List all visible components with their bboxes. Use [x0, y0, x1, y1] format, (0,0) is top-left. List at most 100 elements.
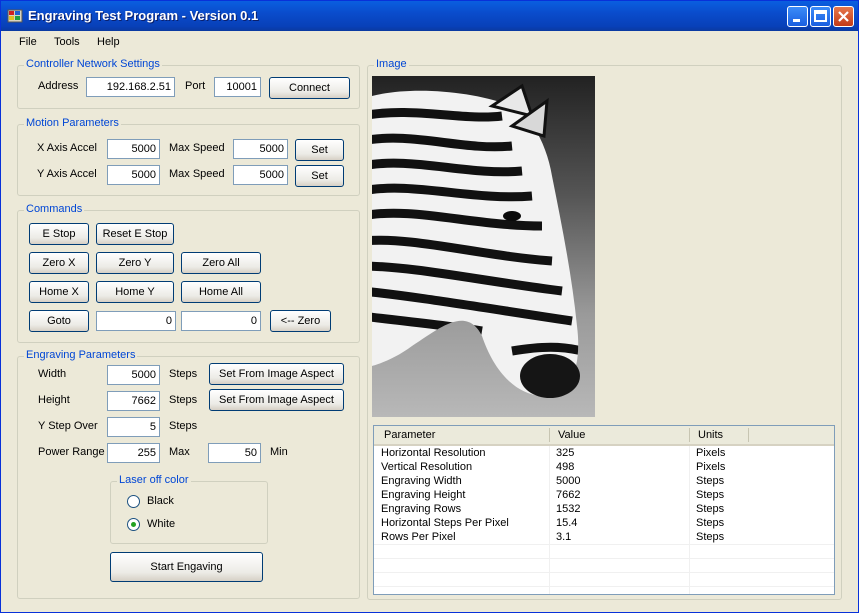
cell-parameter: Horizontal Resolution [381, 447, 486, 459]
y-set-button[interactable]: Set [295, 165, 344, 187]
row-gridline [374, 572, 834, 573]
cell-parameter: Engraving Width [381, 475, 462, 487]
y-step-over-field[interactable]: 5 [107, 417, 160, 437]
cell-units: Steps [696, 489, 725, 501]
start-engraving-button[interactable]: Start Engaving [110, 552, 263, 582]
home-y-button[interactable]: Home Y [96, 281, 174, 303]
goto-y-field[interactable]: 0 [181, 311, 261, 331]
cell-parameter: Rows Per Pixel [381, 531, 456, 543]
header-value[interactable]: Value [558, 429, 585, 441]
black-radio[interactable] [127, 495, 140, 508]
estop-button[interactable]: E Stop [29, 223, 89, 245]
cell-parameter: Engraving Rows [381, 503, 462, 515]
header-separator [689, 428, 690, 442]
laser-off-color-group: Laser off color [110, 474, 268, 544]
cell-value: 7662 [556, 489, 581, 501]
power-max-label: Max [169, 446, 190, 458]
width-label: Width [38, 368, 67, 380]
window-title: Engraving Test Program - Version 0.1 [28, 8, 259, 23]
header-separator [748, 428, 749, 442]
controller-network-label: Controller Network Settings [24, 58, 162, 70]
goto-x-field[interactable]: 0 [96, 311, 176, 331]
row-gridline [374, 558, 834, 559]
maximize-icon [814, 10, 827, 22]
x-max-speed-label: Max Speed [169, 142, 225, 154]
header-units[interactable]: Units [698, 429, 723, 441]
power-range-label: Power Range [38, 446, 105, 458]
x-set-button[interactable]: Set [295, 139, 344, 161]
width-units: Steps [169, 368, 198, 380]
row-gridline [374, 544, 834, 545]
minimize-button[interactable] [787, 6, 808, 27]
power-min-field[interactable]: 50 [208, 443, 261, 463]
cell-parameter: Horizontal Steps Per Pixel [381, 517, 509, 529]
zero-all-button[interactable]: Zero All [181, 252, 261, 274]
row-gridline [374, 586, 834, 587]
zero-y-button[interactable]: Zero Y [96, 252, 174, 274]
cell-value: 3.1 [556, 531, 572, 543]
image-group-label: Image [374, 58, 409, 70]
port-field[interactable]: 10001 [214, 77, 261, 97]
home-x-button[interactable]: Home X [29, 281, 89, 303]
power-min-label: Min [270, 446, 288, 458]
cell-value: 498 [556, 461, 575, 473]
height-field[interactable]: 7662 [107, 391, 160, 411]
goto-button[interactable]: Goto [29, 310, 89, 332]
header-parameter[interactable]: Parameter [384, 429, 435, 441]
cell-units: Steps [696, 503, 725, 515]
height-set-from-aspect-button[interactable]: Set From Image Aspect [209, 389, 344, 411]
menu-help[interactable]: Help [97, 36, 120, 48]
white-radio-label[interactable]: White [147, 518, 175, 530]
connect-button[interactable]: Connect [269, 77, 350, 99]
cell-value: 1532 [556, 503, 581, 515]
zero-x-button[interactable]: Zero X [29, 252, 89, 274]
y-axis-accel-field[interactable]: 5000 [107, 165, 160, 185]
y-max-speed-label: Max Speed [169, 168, 225, 180]
menu-file[interactable]: File [19, 36, 37, 48]
x-axis-accel-label: X Axis Accel [37, 142, 97, 154]
width-field[interactable]: 5000 [107, 365, 160, 385]
address-label: Address [38, 80, 79, 92]
listview-header: Parameter Value Units [374, 426, 834, 446]
cell-units: Steps [696, 531, 725, 543]
cell-units: Pixels [696, 447, 726, 459]
zebra-photo [372, 76, 595, 417]
y-max-speed-field[interactable]: 5000 [233, 165, 288, 185]
white-radio-selected-dot [131, 522, 136, 527]
cell-value: 15.4 [556, 517, 578, 529]
width-set-from-aspect-button[interactable]: Set From Image Aspect [209, 363, 344, 385]
main-window: Engraving Test Program - Version 0.1 Fil… [0, 0, 859, 613]
black-radio-label[interactable]: Black [147, 495, 174, 507]
cell-value: 325 [556, 447, 575, 459]
x-max-speed-field[interactable]: 5000 [233, 139, 288, 159]
motion-parameters-label: Motion Parameters [24, 117, 121, 129]
cell-units: Steps [696, 475, 725, 487]
header-separator [549, 428, 550, 442]
x-axis-accel-field[interactable]: 5000 [107, 139, 160, 159]
menu-bar: File Tools Help [1, 31, 858, 53]
minimize-icon [793, 19, 800, 22]
title-bar[interactable]: Engraving Test Program - Version 0.1 [1, 1, 858, 31]
power-max-field[interactable]: 255 [107, 443, 160, 463]
close-button[interactable] [833, 6, 854, 27]
menu-tools[interactable]: Tools [54, 36, 80, 48]
y-axis-accel-label: Y Axis Accel [37, 168, 97, 180]
commands-label: Commands [24, 203, 85, 215]
zero-arrow-button[interactable]: <-- Zero [270, 310, 331, 332]
height-units: Steps [169, 394, 198, 406]
port-label: Port [185, 80, 206, 92]
parameters-listview[interactable]: Parameter Value Units Horizontal Resolut… [373, 425, 835, 595]
home-all-button[interactable]: Home All [181, 281, 261, 303]
app-icon [7, 9, 23, 23]
y-step-over-units: Steps [169, 420, 198, 432]
maximize-button[interactable] [810, 6, 831, 27]
cell-units: Steps [696, 517, 725, 529]
address-field[interactable]: 192.168.2.51 [86, 77, 175, 97]
y-step-over-label: Y Step Over [38, 420, 98, 432]
cell-parameter: Engraving Height [381, 489, 466, 501]
reset-estop-button[interactable]: Reset E Stop [96, 223, 174, 245]
height-label: Height [38, 394, 70, 406]
zebra-image [372, 76, 595, 417]
cell-parameter: Vertical Resolution [381, 461, 473, 473]
white-radio[interactable] [127, 518, 140, 531]
